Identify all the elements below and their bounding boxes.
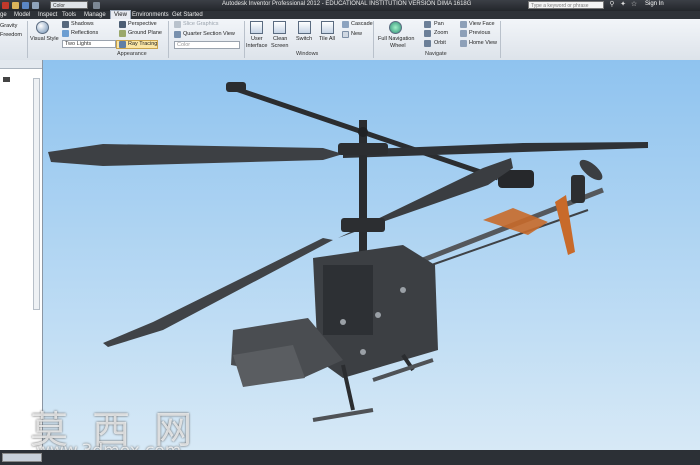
- search-input[interactable]: Type a keyword or phrase: [528, 1, 604, 9]
- perspective-icon: [119, 21, 126, 28]
- app-menu-icon[interactable]: [2, 2, 9, 9]
- document-tab[interactable]: [2, 453, 42, 462]
- navigate-group-label: Navigate: [425, 51, 447, 57]
- shadows-icon: [62, 21, 69, 28]
- ray-tracing-icon: [119, 41, 126, 48]
- slice-graphics-button[interactable]: Slice Graphics: [183, 21, 218, 27]
- model-browser: [0, 60, 43, 450]
- user-interface-label-2: Interface: [246, 43, 268, 49]
- view-face-icon: [460, 21, 467, 28]
- sign-in-link[interactable]: Sign In: [645, 1, 664, 7]
- orbit-icon: [424, 40, 431, 47]
- reflections-icon: [62, 30, 69, 37]
- color-combo[interactable]: Color: [50, 1, 88, 9]
- slice-graphics-icon: [174, 21, 181, 28]
- home-view-icon: [460, 40, 467, 47]
- ribbon-tabs: ge Model Inspect Tools Manage View Envir…: [0, 10, 700, 19]
- tile-all-icon[interactable]: [321, 21, 334, 34]
- tab-get-started[interactable]: Get Started: [172, 11, 203, 19]
- save-icon[interactable]: [22, 2, 29, 9]
- open-icon[interactable]: [12, 2, 19, 9]
- quick-access-toolbar: Color: [2, 1, 102, 10]
- tab-manage[interactable]: Manage: [84, 11, 106, 19]
- shadows-button[interactable]: Shadows: [71, 21, 94, 27]
- tile-all-button[interactable]: Tile All: [319, 36, 335, 42]
- pan-button[interactable]: Pan: [434, 21, 444, 27]
- pan-icon: [424, 21, 431, 28]
- section-view-icon: [174, 31, 181, 38]
- visual-style-label: Visual Style: [30, 36, 59, 42]
- color-override-combo[interactable]: Color: [174, 41, 240, 49]
- graphics-viewport[interactable]: [43, 60, 700, 450]
- ground-plane-icon: [119, 30, 126, 37]
- full-nav-wheel-label-1: Full Navigation: [378, 36, 415, 42]
- star-icon[interactable]: ☆: [630, 1, 638, 9]
- tab-model[interactable]: Model: [14, 11, 30, 19]
- clean-screen-label-2: Screen: [271, 43, 289, 49]
- browser-scrollbar[interactable]: [33, 78, 40, 310]
- full-nav-wheel-label-2: Wheel: [390, 43, 406, 49]
- gravity-button[interactable]: Gravity: [0, 23, 17, 29]
- previous-view-button[interactable]: Previous: [469, 30, 490, 36]
- user-interface-label-1: User: [251, 36, 263, 42]
- visual-style-icon: [36, 21, 49, 34]
- ray-tracing-label: Ray Tracing: [128, 41, 158, 47]
- comm-center-icon[interactable]: ✦: [619, 1, 627, 9]
- tab-inspect[interactable]: Inspect: [38, 11, 57, 19]
- appearance-group-label: Appearance: [117, 51, 147, 57]
- tab-assemble[interactable]: ge: [0, 11, 7, 19]
- switch-icon[interactable]: [298, 21, 311, 34]
- helicopter-model: [48, 82, 648, 422]
- quarter-section-button[interactable]: Quarter Section View: [183, 31, 235, 37]
- zoom-button[interactable]: Zoom: [434, 30, 448, 36]
- rotor-hub: [338, 120, 388, 260]
- perspective-button[interactable]: Perspective: [128, 21, 157, 27]
- freedom-button[interactable]: Freedom: [0, 32, 22, 38]
- cascade-icon: [342, 21, 349, 28]
- tab-view[interactable]: View: [110, 10, 131, 19]
- new-window-icon: [342, 31, 349, 38]
- windows-group-label: Windows: [296, 51, 319, 57]
- zoom-icon: [424, 30, 431, 37]
- home-view-button[interactable]: Home View: [469, 40, 497, 46]
- cascade-button[interactable]: Cascade: [351, 21, 373, 27]
- browser-header: [0, 60, 42, 69]
- helicopter-body: [231, 245, 438, 387]
- user-interface-icon[interactable]: [250, 21, 263, 34]
- status-bar: [0, 450, 700, 465]
- previous-view-icon: [460, 30, 467, 37]
- lighting-combo[interactable]: Two Lights: [62, 40, 116, 48]
- new-window-button[interactable]: New: [351, 31, 362, 37]
- settings-icon[interactable]: [93, 2, 100, 9]
- steering-wheel-icon[interactable]: [389, 21, 402, 34]
- tree-item-icon[interactable]: [3, 77, 10, 82]
- reflections-button[interactable]: Reflections: [71, 30, 98, 36]
- ribbon-panel: Gravity Freedom Visual Style Shadows Ref…: [0, 19, 700, 61]
- clean-screen-label-1: Clean: [273, 36, 288, 42]
- switch-button[interactable]: Switch: [296, 36, 312, 42]
- undo-icon[interactable]: [32, 2, 39, 9]
- binoculars-icon[interactable]: ⚲: [608, 1, 616, 9]
- tab-tools[interactable]: Tools: [62, 11, 76, 19]
- ground-plane-button[interactable]: Ground Plane: [128, 30, 162, 36]
- view-face-button[interactable]: View Face: [469, 21, 495, 27]
- title-bar: Color Autodesk Inventor Professional 201…: [0, 0, 700, 11]
- window-title: Autodesk Inventor Professional 2012 - ED…: [222, 1, 472, 7]
- clean-screen-icon[interactable]: [273, 21, 286, 34]
- orbit-button[interactable]: Orbit: [434, 40, 446, 46]
- tab-environments[interactable]: Environments: [132, 11, 169, 19]
